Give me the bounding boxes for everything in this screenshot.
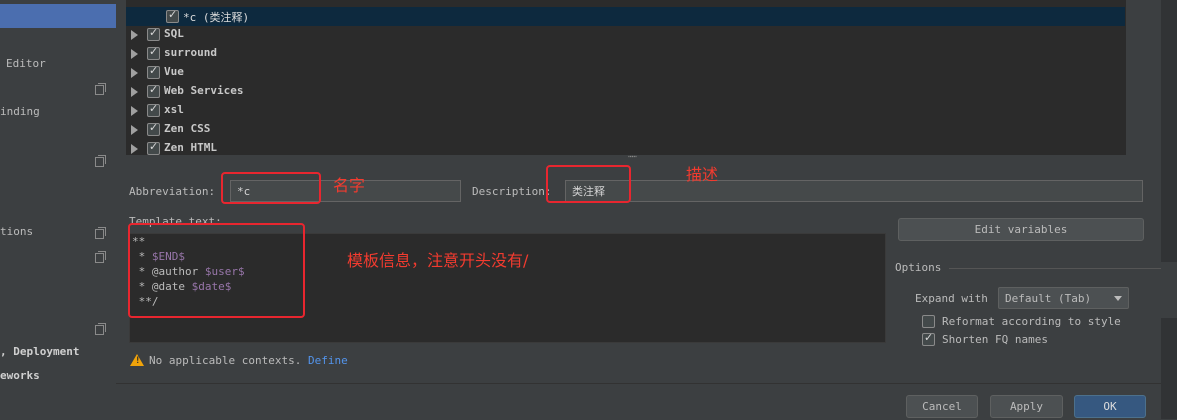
options-title: Options	[895, 261, 942, 274]
tree-item-label: *c (类注释)	[183, 11, 250, 24]
group-enabled-checkbox[interactable]	[147, 102, 160, 117]
no-contexts-warning: No applicable contexts. Define	[149, 354, 348, 367]
expand-arrow-icon[interactable]	[131, 30, 138, 40]
abbreviation-label: Abbreviation:	[129, 185, 216, 198]
annotation-box-description	[546, 165, 631, 203]
background-window-tab	[1161, 262, 1177, 318]
cancel-button[interactable]: Cancel	[906, 395, 978, 418]
background-window-edge	[1161, 0, 1177, 419]
define-link[interactable]: Define	[308, 354, 348, 367]
expand-arrow-icon[interactable]	[131, 49, 138, 59]
sidebar-item-options[interactable]: tions	[0, 225, 33, 238]
reformat-checkbox[interactable]	[922, 315, 935, 328]
tree-group-label: SQL	[164, 27, 184, 40]
ok-button[interactable]: OK	[1074, 395, 1146, 418]
tree-scrollbar[interactable]	[1125, 0, 1152, 155]
tree-group-label: Vue	[164, 65, 184, 78]
shorten-fq-label: Shorten FQ names	[942, 333, 1048, 346]
sidebar-item-editor[interactable]: Editor	[6, 57, 46, 70]
expand-arrow-icon[interactable]	[131, 125, 138, 135]
expand-with-value: Default (Tab)	[1005, 292, 1092, 305]
tree-group-row[interactable]: Zen HTML	[126, 139, 1125, 155]
tree-item-selected[interactable]: *c (类注释)	[126, 7, 1125, 26]
tree-group-row[interactable]: Vue	[126, 63, 1125, 82]
expand-arrow-icon[interactable]	[131, 87, 138, 97]
tree-group-row[interactable]: SQL	[126, 25, 1125, 44]
splitter-handle[interactable]: ⋯⋯	[628, 153, 644, 161]
tree-group-row[interactable]: surround	[126, 44, 1125, 63]
annotation-description-note: 描述	[686, 165, 719, 184]
group-enabled-checkbox[interactable]	[147, 26, 160, 41]
tree-group-label: xsl	[164, 103, 184, 116]
tree-group-label: Zen HTML	[164, 141, 217, 154]
sidebar-selected-item[interactable]	[0, 4, 116, 28]
tree-group-row[interactable]: Web Services	[126, 82, 1125, 101]
annotation-name-note: 名字	[333, 176, 366, 195]
annotation-box-abbreviation	[221, 172, 321, 204]
copy-settings-icon	[95, 251, 106, 263]
tree-group-row[interactable]: Zen CSS	[126, 120, 1125, 139]
expand-with-label: Expand with	[915, 292, 988, 305]
group-enabled-checkbox[interactable]	[147, 121, 160, 136]
copy-settings-icon	[95, 323, 106, 335]
settings-sidebar: Editor inding tions , Deployment eworks	[0, 0, 116, 419]
group-enabled-checkbox[interactable]	[147, 83, 160, 98]
group-enabled-checkbox[interactable]	[147, 45, 160, 60]
sidebar-item-binding[interactable]: inding	[0, 105, 40, 118]
copy-settings-icon	[95, 227, 106, 239]
reformat-label: Reformat according to style	[942, 315, 1121, 328]
sidebar-item-frameworks[interactable]: eworks	[0, 369, 40, 382]
sidebar-item-deployment[interactable]: , Deployment	[0, 345, 79, 358]
expand-arrow-icon[interactable]	[131, 144, 138, 154]
tree-group-label: Zen CSS	[164, 122, 211, 135]
tree-group-row[interactable]: xsl	[126, 101, 1125, 120]
expand-with-select[interactable]: Default (Tab)	[998, 287, 1129, 309]
copy-settings-icon	[95, 83, 106, 95]
group-enabled-checkbox[interactable]	[147, 64, 160, 79]
live-templates-tree[interactable]: *c (类注释) SQL surround Vue Web Services x…	[126, 0, 1126, 155]
warning-icon: !	[130, 354, 144, 366]
annotation-template-note: 模板信息，注意开头没有/	[347, 251, 529, 270]
chevron-down-icon	[1114, 296, 1122, 301]
description-input[interactable]: 类注释	[565, 180, 1143, 202]
copy-settings-icon	[95, 155, 106, 167]
shorten-fq-checkbox[interactable]	[922, 331, 935, 346]
description-label: Description:	[472, 185, 552, 198]
expand-arrow-icon[interactable]	[131, 68, 138, 78]
group-enabled-checkbox[interactable]	[147, 140, 160, 155]
options-divider	[949, 268, 1161, 269]
tree-group-label: Web Services	[164, 84, 244, 97]
annotation-box-template	[128, 223, 305, 318]
expand-arrow-icon[interactable]	[131, 106, 138, 116]
apply-button[interactable]: Apply	[990, 395, 1063, 418]
template-enabled-checkbox[interactable]	[166, 8, 179, 23]
edit-variables-button[interactable]: Edit variables	[898, 218, 1144, 241]
tree-group-label: surround	[164, 46, 217, 59]
